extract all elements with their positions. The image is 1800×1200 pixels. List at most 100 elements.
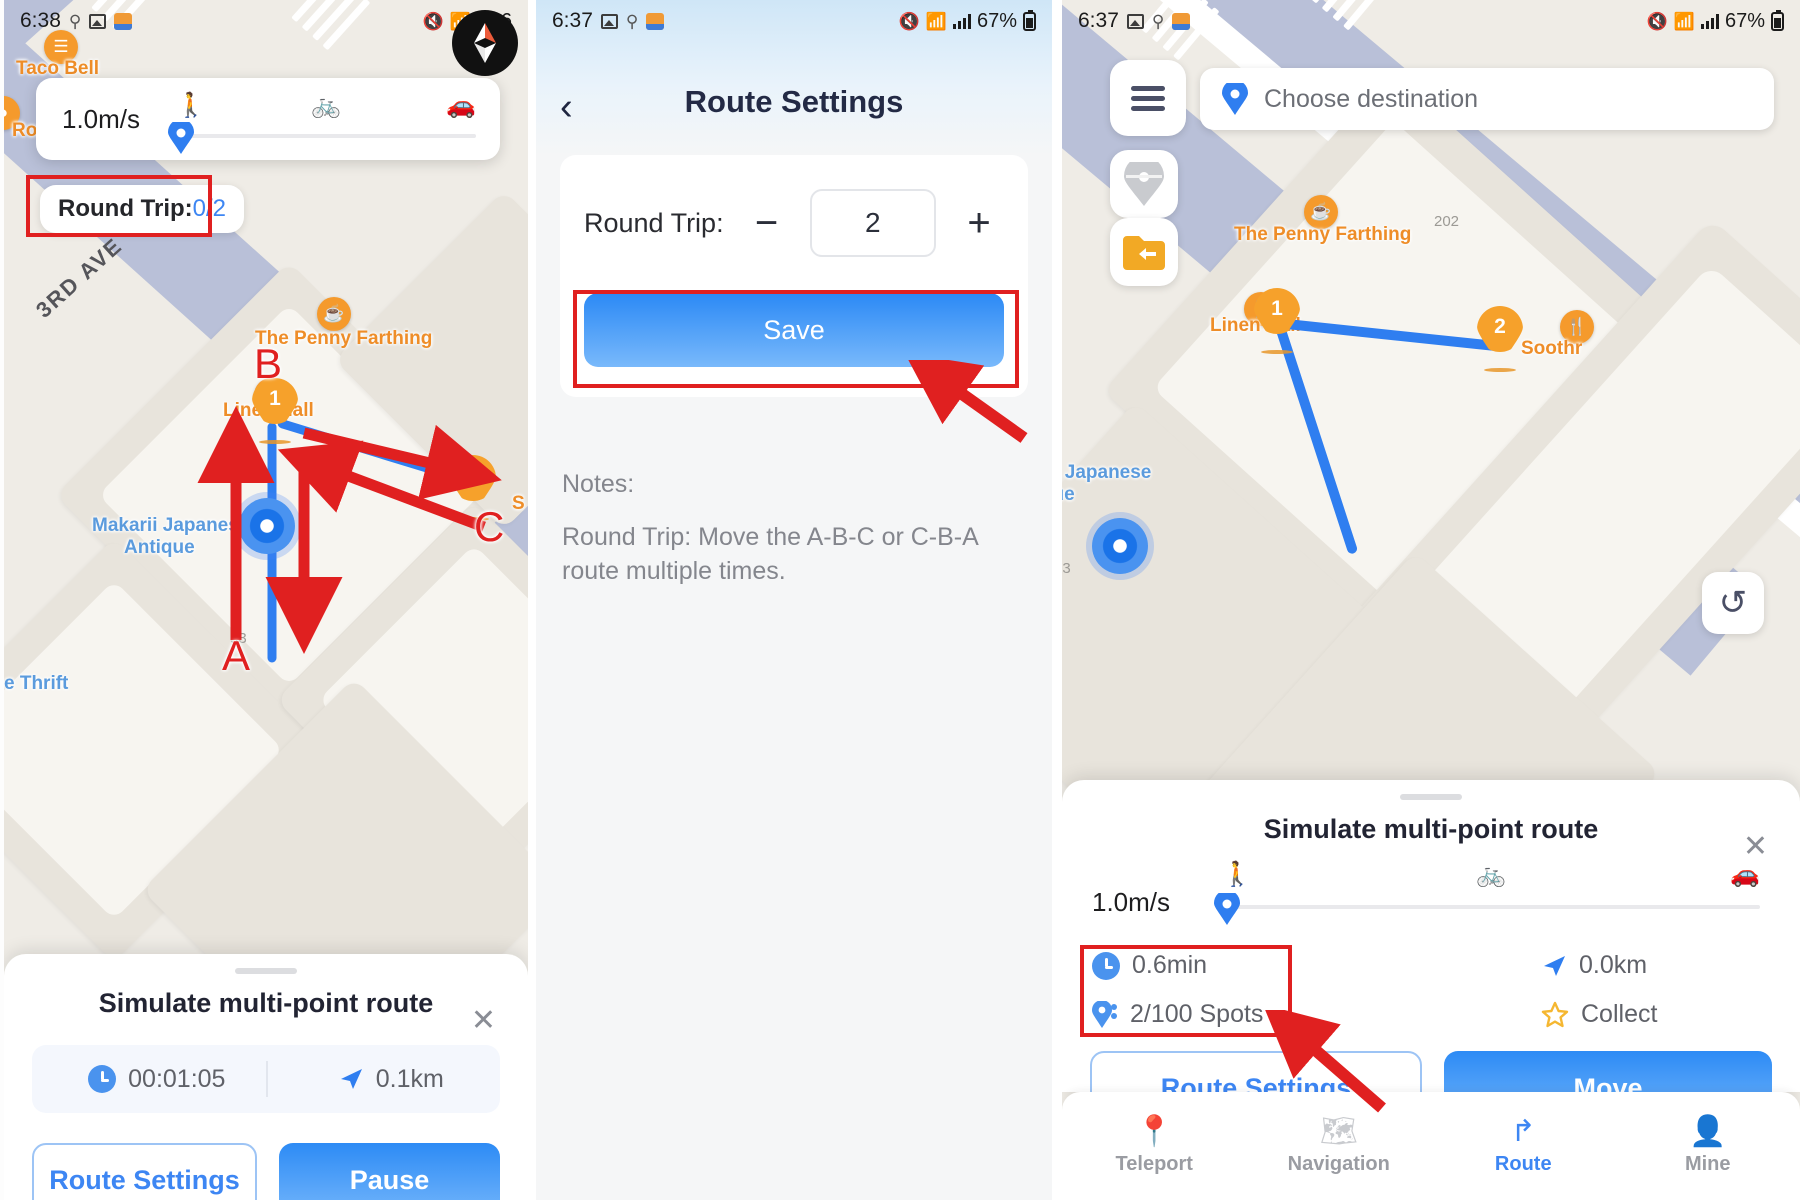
- map-label-thrift: e Thrift: [4, 673, 69, 694]
- wifi-icon: 📶: [925, 11, 947, 31]
- star-icon: [1541, 1001, 1569, 1027]
- speed-value: 1.0m/s: [62, 104, 141, 134]
- search-placeholder: Choose destination: [1264, 84, 1479, 113]
- folder-back-button[interactable]: [1110, 218, 1178, 286]
- increment-button[interactable]: +: [954, 203, 1004, 243]
- tab-teleport[interactable]: 📍 Teleport: [1062, 1114, 1247, 1176]
- elapsed-time-stat: 00:01:05: [88, 1065, 225, 1094]
- tab-label-teleport: Teleport: [1115, 1152, 1193, 1175]
- mute-icon: 🔇: [898, 11, 920, 31]
- battery-icon: [1771, 9, 1784, 31]
- tab-mine[interactable]: 👤 Mine: [1616, 1116, 1800, 1176]
- speed-slider-track[interactable]: [1222, 905, 1760, 909]
- speed-slider-track[interactable]: [176, 134, 476, 138]
- mute-icon: 🔇: [422, 11, 444, 31]
- route-settings-button[interactable]: Route Settings: [32, 1143, 257, 1200]
- battery-icon: [1023, 9, 1036, 31]
- bottom-sheet-1: Simulate multi-point route ✕ 00:01:05 0.…: [4, 954, 528, 1200]
- route-pin-2-number: 2: [1494, 315, 1506, 338]
- menu-button[interactable]: [1110, 60, 1186, 136]
- map-label-93: 93: [1062, 560, 1071, 577]
- walk-icon[interactable]: 🚶: [176, 91, 206, 120]
- walk-icon[interactable]: 🚶: [1222, 860, 1252, 889]
- clock-icon: [88, 1065, 117, 1093]
- speed-slider-thumb[interactable]: [1214, 890, 1240, 925]
- collect-action[interactable]: Collect: [1431, 1000, 1770, 1029]
- round-trip-input[interactable]: 2: [809, 189, 936, 257]
- distance-value: 0.1km: [375, 1064, 444, 1093]
- sheet-grabber[interactable]: [235, 968, 297, 974]
- mute-icon: 🔇: [1646, 11, 1668, 31]
- tab-label-mine: Mine: [1684, 1152, 1731, 1175]
- car-icon[interactable]: 🚗: [446, 91, 476, 120]
- annotation-label-b: B: [254, 340, 283, 387]
- battery-percent: 67%: [1724, 9, 1765, 32]
- tab-label-route: Route: [1494, 1152, 1552, 1175]
- tab-route[interactable]: ↱ Route: [1431, 1114, 1616, 1176]
- bicycle-icon[interactable]: 🚲: [311, 91, 341, 120]
- compass-icon[interactable]: [452, 10, 518, 76]
- panel-route-settings: 6:37 ⚲ 🔇 📶 67% ‹ Route Settings Round Tr…: [536, 0, 1052, 1200]
- status-time: 6:38: [20, 9, 61, 32]
- route-pin-2-number: 2: [467, 464, 479, 487]
- status-bar-3: 6:37 ⚲ 🔇 📶 67%: [1062, 0, 1800, 42]
- folder-back-icon: [1123, 236, 1165, 270]
- search-destination-bar[interactable]: Choose destination: [1200, 68, 1774, 130]
- photo-icon: [89, 13, 107, 29]
- close-icon[interactable]: ✕: [1743, 832, 1768, 862]
- map-pin-icon: [1222, 83, 1248, 115]
- status-bar-2: 6:37 ⚲ 🔇 📶 67%: [536, 0, 1052, 42]
- navigation-arrow-icon: [340, 1069, 362, 1089]
- bicycle-icon[interactable]: 🚲: [1476, 860, 1506, 889]
- current-location-dot: [239, 498, 295, 554]
- location-pin-icon: ⚲: [1151, 11, 1165, 31]
- annotation-label-a: A: [222, 632, 251, 679]
- stats-pill-1: 00:01:05 0.1km: [32, 1045, 500, 1113]
- map-label-s: S: [512, 493, 525, 514]
- speed-slider-thumb[interactable]: [168, 119, 194, 154]
- map-label-makarii: Makarii Japanese: [92, 515, 250, 536]
- status-bar-1: 6:38 ⚲ 🔇 📶 6: [4, 0, 528, 42]
- bottom-sheet-3: Simulate multi-point route ✕ 1.0m/s 🚶 🚲 …: [1062, 780, 1800, 1125]
- speed-control-card[interactable]: 1.0m/s 🚶 🚲 🚗: [36, 78, 500, 160]
- pointer-arrow-route-settings: [1262, 1010, 1386, 1113]
- map-pin-icon: [646, 12, 665, 30]
- sheet-buttons-1: Route Settings Pause: [32, 1143, 500, 1200]
- bottom-tab-bar: 📍 Teleport 🗺 Navigation ↱ Route 👤 Mine: [1062, 1092, 1800, 1200]
- sheet-grabber[interactable]: [1400, 794, 1462, 800]
- distance-value: 0.0km: [1579, 951, 1648, 979]
- menu-icon: [1131, 81, 1165, 116]
- pause-button[interactable]: Pause: [279, 1143, 500, 1200]
- close-icon[interactable]: ✕: [471, 1006, 496, 1036]
- map-label-antique: Antique: [1062, 484, 1075, 505]
- poi-icon-penny-farthing[interactable]: ☕: [317, 297, 351, 331]
- battery-percent: 67%: [976, 9, 1017, 32]
- map-label-makarii: Makarii Japanese: [1062, 462, 1152, 483]
- round-trip-label: Round Trip:: [584, 207, 724, 238]
- route-pin-1-number: 1: [1271, 297, 1283, 320]
- navigation-icon: 🗺: [1319, 1114, 1358, 1148]
- route-icon: ↱: [1510, 1114, 1536, 1148]
- compass-button[interactable]: [1110, 150, 1178, 218]
- screenshot-root: 3RD AVE ☰ Taco Bell ● Ros ☕ The Penny Fa…: [0, 0, 1800, 1200]
- refresh-button[interactable]: ↺: [1702, 572, 1764, 634]
- elapsed-time-value: 00:01:05: [128, 1064, 226, 1093]
- annotation-label-c: C: [474, 503, 505, 550]
- notes-heading: Notes:: [562, 470, 635, 498]
- map-label-antique: Antique: [124, 537, 195, 558]
- signal-icon: [1700, 13, 1719, 29]
- round-trip-row: Round Trip: − 2 +: [560, 189, 1028, 257]
- notes-block: Notes: Round Trip: Move the A-B-C or C-B…: [562, 470, 1026, 589]
- route-pin-1[interactable]: 1: [1254, 288, 1300, 354]
- highlight-box-round-trip: [26, 175, 212, 237]
- sheet-title-1: Simulate multi-point route: [98, 988, 434, 1018]
- car-icon[interactable]: 🚗: [1730, 860, 1760, 889]
- route-pin-2[interactable]: 2: [1477, 306, 1523, 372]
- distance-stat: 0.1km: [338, 1065, 444, 1094]
- tab-navigation[interactable]: 🗺 Navigation: [1247, 1114, 1432, 1176]
- travel-mode-icons: 🚶 🚲 🚗: [1222, 859, 1760, 889]
- navigation-arrow-icon: [1544, 955, 1565, 976]
- decrement-button[interactable]: −: [742, 203, 792, 243]
- pin-icon: 📍: [1135, 1114, 1173, 1148]
- street-label-3rd-ave: 3RD AVE: [31, 232, 128, 323]
